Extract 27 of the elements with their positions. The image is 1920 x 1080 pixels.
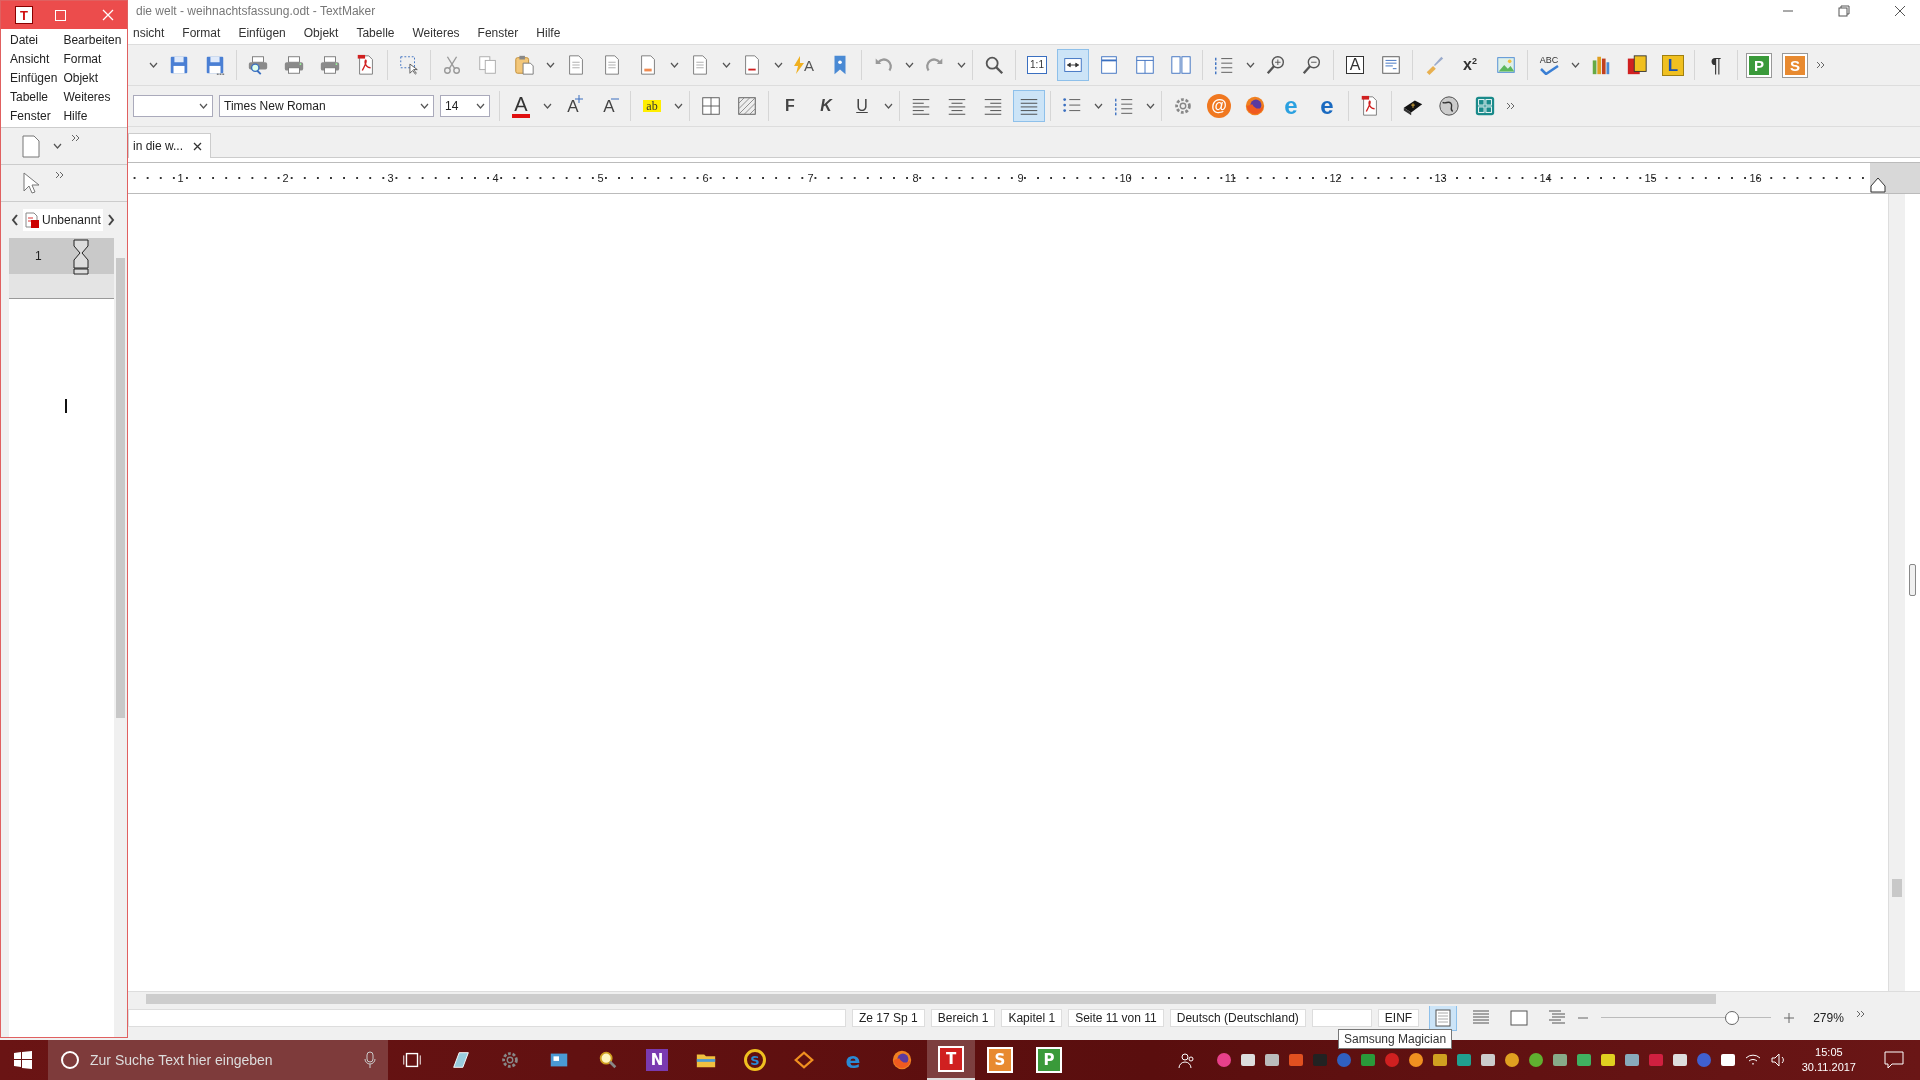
window-title: die welt - weihnachtsfassung.odt - TextMaker [136,4,376,18]
ruler-number: 10 [1118,172,1133,184]
ruler-number: 16 [1748,172,1763,184]
ruler-number: 9 [1016,172,1025,184]
status-field: Seite 11 von 11 [1068,1009,1164,1027]
ruler-number: 5 [596,172,605,184]
tooltip: Samsung Magician [1338,1029,1453,1049]
ruler-number: 15 [1643,172,1658,184]
ruler-number: 6 [701,172,710,184]
ruler-number: 13 [1433,172,1448,184]
clock-date: 30.11.2017 [1801,1060,1856,1075]
ruler-number: 1 [176,172,185,184]
ruler-number: 1 [35,249,42,263]
ruler-number: 7 [806,172,815,184]
clock-time: 15:05 [1815,1045,1843,1060]
ruler-number: 3 [386,172,395,184]
ruler-number: 12 [1328,172,1343,184]
ruler-number: 2 [281,172,290,184]
status-field: Bereich 1 [930,1009,996,1027]
status-field: Kapitel 1 [1001,1009,1063,1027]
status-field: Ze 17 Sp 1 [852,1009,925,1027]
zoom-value: 279% [1813,1011,1844,1025]
ruler-number: 11 [1223,172,1238,184]
status-field: Deutsch (Deutschland) [1169,1009,1306,1027]
ruler-number: 14 [1538,172,1553,184]
ruler-number: 4 [491,172,500,184]
ruler-number: 8 [911,172,920,184]
